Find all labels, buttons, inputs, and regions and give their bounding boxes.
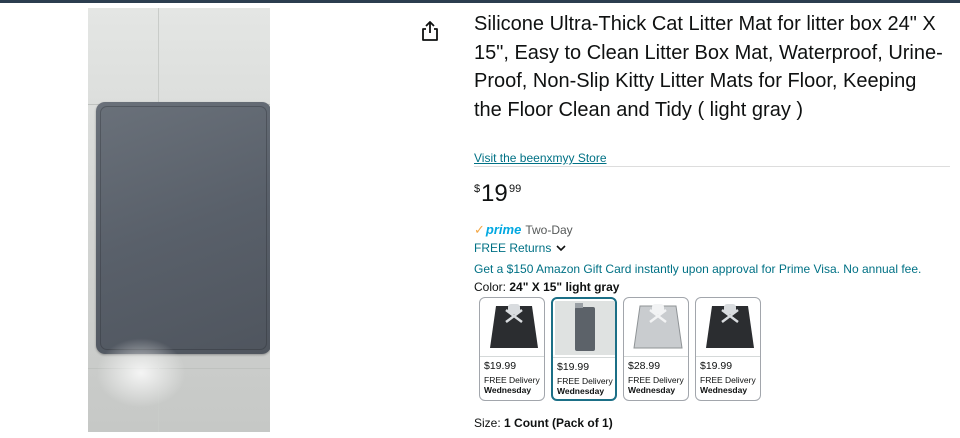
swatch-delivery: FREE Delivery <box>557 376 613 386</box>
swatch-divider <box>624 356 688 357</box>
swatch-day: Wednesday <box>700 385 748 395</box>
chevron-down-icon <box>556 245 566 252</box>
prime-speed: Two-Day <box>525 223 573 237</box>
free-returns-label: FREE Returns <box>474 241 552 255</box>
litter-mat <box>96 102 270 354</box>
product-image[interactable] <box>88 8 270 432</box>
variant-thumbnail <box>706 304 754 348</box>
variant-thumbnail <box>555 301 615 355</box>
price-currency: $ <box>474 183 481 195</box>
swatch-day: Wednesday <box>557 386 605 396</box>
variant-thumbnail <box>490 304 538 348</box>
swatch-delivery: FREE Delivery <box>700 375 756 385</box>
price-whole: 19 <box>481 180 508 207</box>
top-border <box>0 0 960 3</box>
color-selection: Color: 24" X 15" light gray <box>474 280 619 294</box>
swatch-price: $19.99 <box>484 360 517 372</box>
swatch-day: Wednesday <box>484 385 532 395</box>
free-returns-dropdown[interactable]: FREE Returns <box>474 240 567 256</box>
variant-swatch[interactable]: $28.99 FREE Delivery Wednesday <box>623 297 689 401</box>
swatch-divider <box>480 356 544 357</box>
swatch-delivery: FREE Delivery <box>628 375 684 385</box>
store-link[interactable]: Visit the beenxmyy Store <box>474 151 607 165</box>
prime-logo: prime <box>485 222 522 237</box>
swatch-delivery: FREE Delivery <box>484 375 540 385</box>
prime-visa-offer-link[interactable]: Get a $150 Amazon Gift Card instantly up… <box>474 262 921 276</box>
product-title: Silicone Ultra-Thick Cat Litter Mat for … <box>474 13 943 121</box>
variant-swatch[interactable]: $19.99 FREE Delivery Wednesday <box>479 297 545 401</box>
floor-glare <box>96 338 186 408</box>
size-label: Size: <box>474 416 501 430</box>
size-value: 1 Count (Pack of 1) <box>504 416 613 430</box>
swatch-price: $19.99 <box>700 360 733 372</box>
prime-check-icon: ✓ <box>474 222 485 237</box>
swatch-divider <box>696 356 760 357</box>
variant-swatch[interactable]: $19.99 FREE Delivery Wednesday <box>695 297 761 401</box>
color-value: 24" X 15" light gray <box>509 280 620 294</box>
divider <box>474 166 950 167</box>
swatch-price: $19.99 <box>557 361 590 373</box>
prime-badge: ✓ prime Two-Day <box>474 222 573 238</box>
size-selection: Size: 1 Count (Pack of 1) <box>474 416 613 430</box>
swatch-divider <box>553 357 615 358</box>
variant-thumbnail <box>633 304 683 349</box>
color-label: Color: <box>474 280 507 294</box>
share-icon[interactable] <box>421 20 439 42</box>
swatch-day: Wednesday <box>628 385 676 395</box>
swatch-price: $28.99 <box>628 360 661 372</box>
price-fraction: 99 <box>509 183 522 195</box>
variant-swatch-selected[interactable]: $19.99 FREE Delivery Wednesday <box>551 297 617 401</box>
